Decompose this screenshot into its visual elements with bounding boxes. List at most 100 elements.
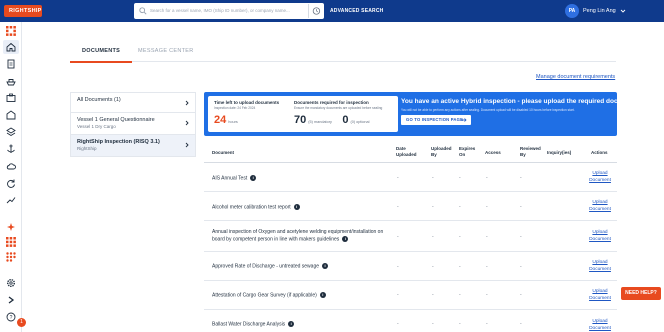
uploaded-by-value: - [432,204,434,210]
upload-document-link[interactable]: Upload Document [589,260,611,273]
table-row: AIS Annual Test i - - - - - Upload Documen… [204,163,617,192]
document-label: Document [589,295,611,301]
help-icon[interactable]: ? [6,312,16,322]
date-uploaded-value: - [397,321,399,327]
button-label: GO TO INSPECTION PAGE [406,117,464,122]
list-item-rightship-inspection[interactable]: RightShip Inspection (RISQ 3.1) RightShi… [70,135,196,157]
home-icon[interactable] [6,42,16,52]
reviewed-by-value: - [520,175,522,181]
upload-label: Upload [592,260,608,265]
reviewed-by-value: - [520,292,522,298]
upload-document-link[interactable]: Upload Document [589,200,611,213]
upload-document-link[interactable]: Upload Document [589,289,611,302]
reviewed-by-value: - [520,234,522,240]
anchor-icon[interactable] [6,144,16,154]
optional-count: 0 [342,114,349,126]
document-name-text: AIS Annual Test [212,175,248,182]
grid-icon[interactable] [6,237,16,247]
search-input[interactable]: Search for a vessel name, IMO (Ship ID n… [150,8,290,13]
column-header-actions: Actions [591,150,608,155]
access-value: - [486,321,488,327]
list-item-title: All Documents (1) [77,97,121,103]
go-to-inspection-page-button[interactable]: GO TO INSPECTION PAGE [401,115,471,125]
upload-label: Upload [592,230,608,235]
chevron-down-icon[interactable] [620,8,626,14]
uploaded-by-value: - [432,292,434,298]
hours-unit: hours [228,120,238,124]
date-uploaded-value: - [397,204,399,210]
list-item-subtitle: RightShip [77,146,97,151]
dots-grid-icon[interactable] [6,252,16,262]
time-left-title: Time left to upload documents [214,100,280,105]
document-name-text: Annual inspection of Oxygen and acetylen… [212,229,384,242]
notification-badge: 1 [17,318,26,327]
rightship-logo[interactable]: RIGHTSHIP [4,5,42,17]
column-header-expires-on: Expires On [459,146,476,157]
banner-headline: You have an active Hybrid inspection - p… [401,98,641,105]
document-name: Ballast Water Discharge Analysis i [212,321,384,328]
left-nav-rail: ? [0,22,22,332]
user-name[interactable]: Peng Lin Ang [583,8,616,14]
upload-label: Upload [592,319,608,324]
info-icon[interactable]: i [322,263,329,269]
document-name: Approved Rate of Discharge - untreated s… [212,263,384,270]
advanced-search-link[interactable]: ADVANCED SEARCH [330,8,383,14]
list-item-general-questionnaire[interactable]: Vessel 1 General Questionnaire Vessel 1 … [70,113,196,135]
expires-on-value: - [459,204,461,210]
tab-bar: DOCUMENTS MESSAGE CENTER [69,44,616,63]
list-item-title: RightShip Inspection (RISQ 3.1) [77,139,160,145]
mandatory-count: 70 [294,114,307,126]
upload-document-link[interactable]: Upload Document [589,319,611,332]
info-icon[interactable]: i [342,235,349,242]
search-bar[interactable]: Search for a vessel name, IMO (Ship ID n… [134,3,324,19]
refresh-icon[interactable] [6,178,16,188]
info-icon[interactable]: i [293,204,300,210]
list-item-title: Vessel 1 General Questionnaire [77,117,155,123]
list-item-all-documents[interactable]: All Documents (1) [70,92,196,113]
document-name: Attestation of Cargo Gear Survey (if app… [212,292,384,299]
upload-document-link[interactable]: Upload Document [589,230,611,243]
expires-on-value: - [459,321,461,327]
inspection-summary-card: Time left to upload documents Inspection… [208,96,398,132]
ship-icon[interactable] [6,76,16,86]
access-value: - [486,204,488,210]
document-name: AIS Annual Test i [212,175,384,182]
inspection-icon[interactable] [6,93,16,103]
document-label: Document [589,177,611,183]
reviewed-by-value: - [520,321,522,327]
document-icon[interactable] [6,59,16,69]
tab-message-center[interactable]: MESSAGE CENTER [138,48,194,54]
document-name-text: Attestation of Cargo Gear Survey (if app… [212,292,317,299]
document-name: Annual inspection of Oxygen and acetylen… [212,229,384,242]
info-icon[interactable]: i [319,292,326,298]
tab-documents[interactable]: DOCUMENTS [69,48,133,63]
column-header-document: Document [212,150,235,155]
uploaded-by-value: - [432,264,434,270]
arrow-right-icon [461,118,467,122]
trend-icon[interactable] [6,195,16,205]
building-icon[interactable] [6,110,16,120]
apps-grid-icon[interactable] [6,26,16,36]
banner-subline: You will not be able to perform any acti… [401,108,575,112]
layers-icon[interactable] [6,127,16,137]
expires-on-value: - [459,234,461,240]
settings-icon[interactable] [6,278,16,288]
cloud-icon[interactable] [6,161,16,171]
info-icon[interactable]: i [288,321,295,327]
collapse-icon[interactable] [6,295,16,305]
manage-document-requirements-link[interactable]: Manage document requirements [536,74,615,80]
table-row: Annual inspection of Oxygen and acetylen… [204,221,617,252]
table-row: Ballast Water Discharge Analysis i - - - … [204,310,617,332]
top-bar: RIGHTSHIP Search for a vessel name, IMO … [0,0,664,22]
info-icon[interactable]: i [250,175,257,181]
table-row: Approved Rate of Discharge - untreated s… [204,252,617,281]
avatar[interactable]: PA [565,4,579,18]
upload-document-link[interactable]: Upload Document [589,171,611,184]
sparkle-icon[interactable] [6,222,16,232]
need-help-button[interactable]: NEED HELP? [621,287,661,300]
list-item-subtitle: Vessel 1 Dry Cargo [77,124,116,129]
history-icon[interactable] [308,4,322,18]
document-name-text: Alcohol meter calibration test report [212,204,291,211]
document-label: Document [589,325,611,331]
table-row: Attestation of Cargo Gear Survey (if app… [204,281,617,310]
